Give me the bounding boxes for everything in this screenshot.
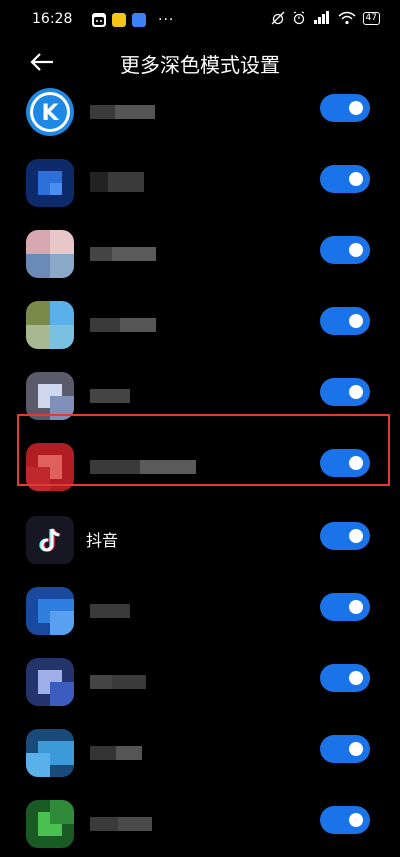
app-row [0, 144, 400, 214]
app-row [0, 714, 400, 784]
status-time: 16:28 [32, 11, 73, 27]
app-icon [26, 729, 74, 777]
wifi-icon [338, 11, 356, 25]
app-row [0, 286, 400, 356]
browser-icon [132, 13, 146, 27]
app-icon [26, 372, 74, 420]
app-list[interactable]: K 抖音 [0, 84, 400, 857]
app-icon [26, 800, 74, 848]
system-icons: 47 [271, 11, 380, 25]
douyin-icon [26, 516, 74, 564]
app-row-douyin: 抖音 [0, 501, 400, 571]
page-title: 更多深色模式设置 [120, 53, 280, 77]
app-notify-icon [112, 13, 126, 27]
more-notifications-icon: ··· [158, 12, 175, 28]
app-icon [26, 658, 74, 706]
app-row [0, 572, 400, 642]
app-name: 抖音 [86, 531, 119, 550]
app-row [0, 643, 400, 713]
dark-mode-toggle[interactable] [320, 307, 370, 335]
app-icon [26, 301, 74, 349]
app-row [0, 215, 400, 285]
alarm-icon [293, 11, 304, 25]
dark-mode-toggle[interactable] [320, 735, 370, 763]
dark-mode-toggle[interactable] [320, 378, 370, 406]
app-row [0, 357, 400, 427]
app-icon [26, 443, 74, 491]
app-icon [26, 587, 74, 635]
dark-mode-toggle[interactable] [320, 593, 370, 621]
signal-icon [313, 11, 329, 24]
notification-icons: ··· [92, 12, 174, 28]
app-header: 更多深色模式设置 [0, 40, 400, 84]
dark-mode-toggle[interactable] [320, 806, 370, 834]
app-row: K [0, 84, 400, 143]
dark-mode-toggle[interactable] [320, 236, 370, 264]
dark-mode-toggle[interactable] [320, 664, 370, 692]
dark-mode-toggle[interactable] [320, 94, 370, 122]
app-icon [26, 230, 74, 278]
status-bar: 16:28 ··· 47 [0, 0, 400, 40]
app-icon: K [26, 88, 74, 136]
app-row [0, 428, 400, 498]
wechat-icon [92, 13, 106, 27]
app-icon [26, 159, 74, 207]
svg-text:K: K [41, 101, 59, 126]
dark-mode-toggle-douyin[interactable] [320, 522, 370, 550]
alarm-off-icon [271, 11, 285, 25]
dark-mode-toggle[interactable] [320, 165, 370, 193]
app-row [0, 785, 400, 855]
dark-mode-toggle[interactable] [320, 449, 370, 477]
battery-icon: 47 [362, 11, 380, 25]
